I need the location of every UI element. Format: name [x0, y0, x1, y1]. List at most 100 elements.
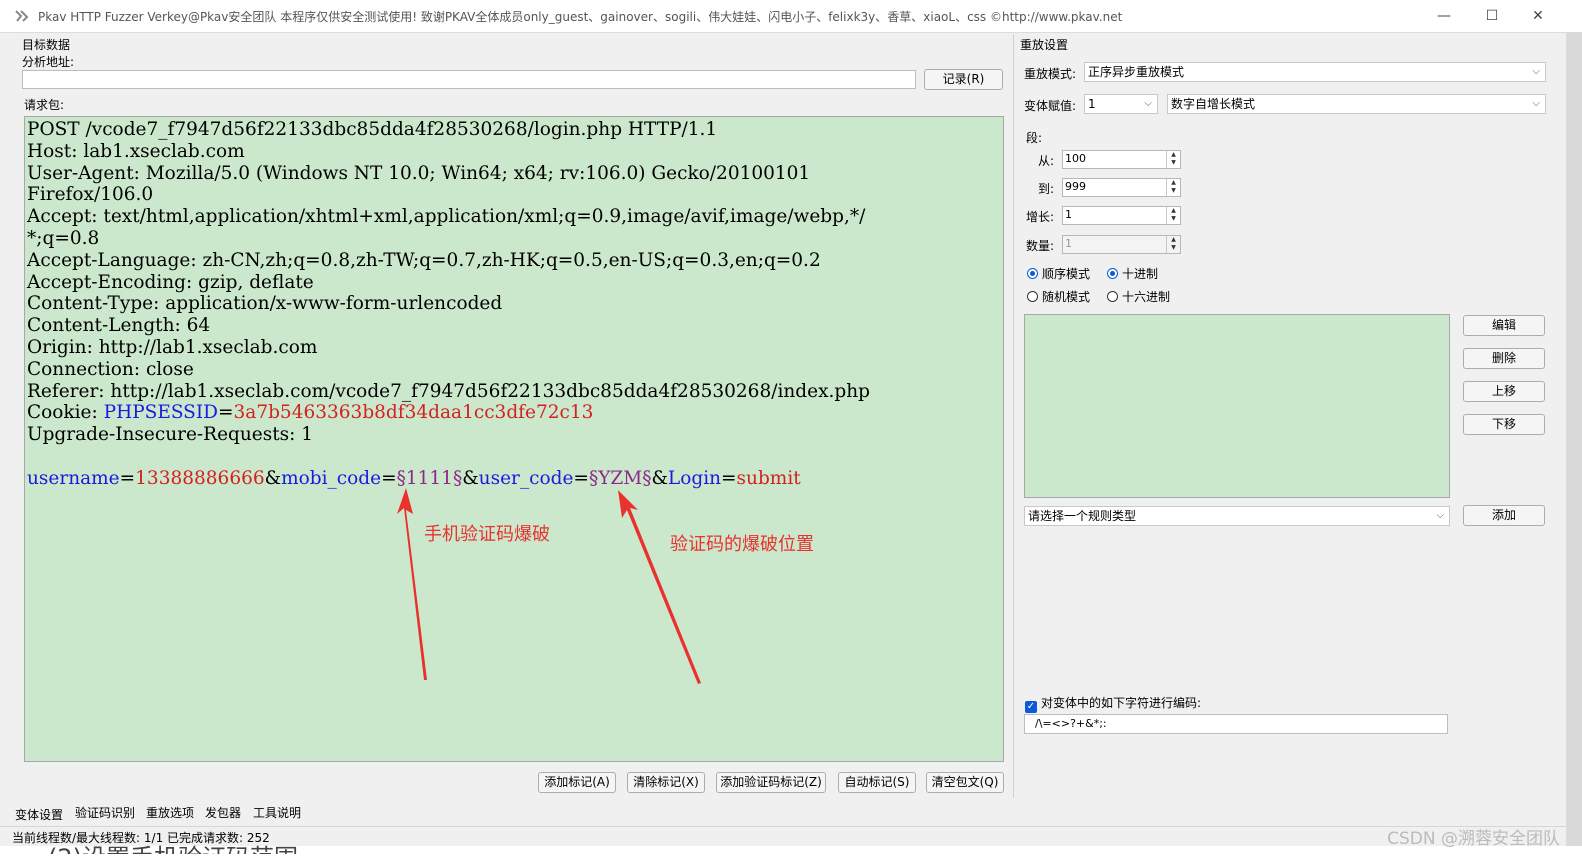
encode-chars-value: /\=<>?+&*;:: [1035, 717, 1107, 730]
checkmark-icon: ✓: [1025, 701, 1037, 713]
param-value: 13388886666: [135, 467, 265, 489]
tab-variant-settings[interactable]: 变体设置: [15, 806, 63, 823]
rule-type-value: 请选择一个规则类型: [1028, 509, 1137, 523]
stepper-arrows-icon[interactable]: ▲ ▼: [1166, 151, 1180, 168]
param-key: PHPSESSID: [103, 402, 218, 424]
request-text: Cookie:: [27, 402, 104, 424]
captcha-annotation: 验证码的爆破位置: [670, 534, 814, 555]
encode-label: 对变体中的如下字符进行编码:: [1041, 696, 1202, 710]
radio-unselected-icon: [1027, 291, 1038, 302]
chevron-down-icon: ⌵: [1436, 510, 1444, 521]
mode-select[interactable]: 正序异步重放模式 ⌵: [1084, 62, 1546, 82]
from-value: 100: [1065, 152, 1086, 165]
request-line: [27, 446, 1003, 468]
edit-button[interactable]: 编辑: [1463, 315, 1545, 336]
minimize-button[interactable]: —: [1424, 4, 1464, 28]
hex-radio[interactable]: 十六进制: [1107, 288, 1170, 305]
request-line: Content-Length: 64: [27, 315, 1003, 337]
url-input[interactable]: [22, 70, 916, 89]
variant-mode-value: 数字自增长模式: [1171, 97, 1256, 111]
request-text: Accept-Language: zh-CN,zh;q=0.8,zh-TW;q=…: [27, 249, 821, 271]
annotation-arrows: [397, 488, 701, 684]
panel-divider: [1013, 34, 1014, 798]
request-text: =: [721, 467, 737, 489]
target-section-label: 目标数据: [22, 38, 71, 52]
request-line: Connection: close: [27, 359, 1003, 381]
rule-type-select[interactable]: 请选择一个规则类型 ⌵: [1024, 506, 1450, 526]
stepper-arrows-icon[interactable]: ▲ ▼: [1166, 179, 1180, 196]
clear-mark-button[interactable]: 清除标记(X): [627, 772, 705, 793]
request-text: *;q=0.8: [27, 227, 100, 249]
request-text: Content-Length: 64: [27, 315, 211, 337]
request-line: Accept-Language: zh-CN,zh;q=0.8,zh-TW;q=…: [27, 250, 1003, 272]
param-value: submit: [736, 467, 801, 489]
count-label: 数量:: [1026, 239, 1055, 253]
request-line: Upgrade-Insecure-Requests: 1: [27, 424, 1003, 446]
order-mode-label: 顺序模式: [1042, 267, 1091, 281]
tab-captcha-recognition[interactable]: 验证码识别: [75, 804, 135, 821]
to-stepper[interactable]: 999 ▲ ▼: [1062, 178, 1181, 197]
count-value: 1: [1065, 237, 1072, 250]
request-line: Origin: http://lab1.xseclab.com: [27, 337, 1003, 359]
encode-checkbox[interactable]: ✓ 对变体中的如下字符进行编码:: [1025, 694, 1201, 713]
add-captcha-mark-button[interactable]: 添加验证码标记(Z): [716, 772, 826, 793]
request-text: =: [119, 467, 136, 489]
request-text: =: [218, 402, 234, 424]
param-key: mobi_code: [281, 467, 382, 489]
chevron-down-icon: ⌵: [1532, 98, 1540, 109]
hex-label: 十六进制: [1122, 290, 1171, 304]
add-mark-button[interactable]: 添加标记(A): [538, 772, 616, 793]
request-text: Content-Type: application/x-www-form-url…: [27, 293, 503, 315]
random-mode-radio[interactable]: 随机模式: [1027, 288, 1090, 305]
auto-mark-button[interactable]: 自动标记(S): [838, 772, 916, 793]
request-text: Accept: text/html,application/xhtml+xml,…: [27, 206, 866, 228]
request-text: Referer: http://lab1.xseclab.com/vcode7_…: [27, 380, 870, 402]
move-down-button[interactable]: 下移: [1463, 414, 1545, 435]
from-stepper[interactable]: 100 ▲ ▼: [1062, 150, 1181, 169]
close-button[interactable]: ✕: [1518, 4, 1558, 28]
app-icon: [15, 10, 29, 22]
step-stepper[interactable]: 1 ▲ ▼: [1062, 206, 1181, 225]
decimal-radio[interactable]: 十进制: [1107, 265, 1158, 282]
add-rule-button[interactable]: 添加: [1463, 505, 1545, 526]
radio-unselected-icon: [1107, 291, 1118, 302]
param-value: 3a7b5463363b8df34daa1cc3dfe72c13: [233, 402, 594, 424]
move-up-button[interactable]: 上移: [1463, 381, 1545, 402]
request-text: Connection: close: [27, 358, 194, 380]
variant-mode-select[interactable]: 数字自增长模式 ⌵: [1167, 94, 1546, 114]
request-label: 请求包:: [24, 98, 65, 112]
stepper-arrows-icon: ▲ ▼: [1166, 236, 1180, 253]
clear-body-button[interactable]: 清空包文(Q): [926, 772, 1004, 793]
title-bar: Pkav HTTP Fuzzer Verkey@Pkav安全团队 本程序仅供安全…: [0, 0, 1582, 33]
phone-code-arrow: [397, 488, 427, 680]
window-edge: [1566, 32, 1582, 846]
variant-list[interactable]: [1024, 314, 1450, 498]
request-line: Accept: text/html,application/xhtml+xml,…: [27, 206, 1003, 228]
watermark: CSDN @溯蓉安全团队: [1387, 829, 1560, 849]
tab-sender[interactable]: 发包器: [205, 804, 241, 821]
step-label: 增长:: [1026, 210, 1055, 224]
variant-index-select[interactable]: 1 ⌵: [1084, 94, 1158, 114]
encode-chars-input[interactable]: /\=<>?+&*;:: [1024, 714, 1448, 734]
count-stepper: 1 ▲ ▼: [1062, 235, 1181, 254]
to-value: 999: [1065, 180, 1086, 193]
segment-label: 段:: [1026, 131, 1043, 145]
order-mode-radio[interactable]: 顺序模式: [1027, 265, 1090, 282]
to-label: 到:: [1038, 182, 1055, 196]
chevron-down-icon: ⌵: [1144, 98, 1152, 109]
chevron-down-icon: ⌵: [1532, 66, 1540, 77]
delete-button[interactable]: 删除: [1463, 348, 1545, 369]
request-text: Upgrade-Insecure-Requests: 1: [27, 424, 314, 446]
page-fragment-text: (2)设置手机验证码范围: [48, 838, 298, 854]
tab-replay-options[interactable]: 重放选项: [146, 804, 194, 821]
page-below: (2)设置手机验证码范围: [0, 844, 1582, 862]
maximize-button[interactable]: ☐: [1472, 4, 1512, 28]
record-button[interactable]: 记录(R): [924, 69, 1003, 90]
tab-tool-help[interactable]: 工具说明: [253, 804, 301, 821]
window-title: Pkav HTTP Fuzzer Verkey@Pkav安全团队 本程序仅供安全…: [38, 10, 1123, 24]
request-text: Accept-Encoding: gzip, deflate: [27, 271, 314, 293]
request-text: POST /vcode7_f7947d56f22133dbc85dda4f285…: [27, 119, 718, 140]
request-line: Cookie: PHPSESSID=3a7b5463363b8df34daa1c…: [27, 402, 1003, 424]
stepper-arrows-icon[interactable]: ▲ ▼: [1166, 207, 1180, 224]
request-line: Accept-Encoding: gzip, deflate: [27, 272, 1003, 294]
